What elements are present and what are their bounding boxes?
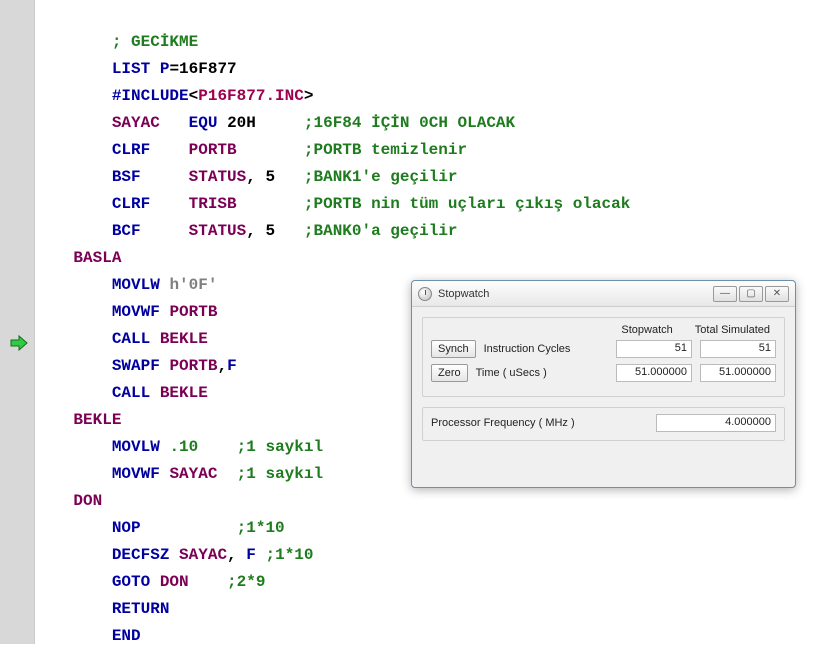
code-line: DECFSZ SAYAC, F ;1*10 xyxy=(35,546,314,564)
code-line: MOVWF PORTB xyxy=(35,303,217,321)
stopwatch-window[interactable]: Stopwatch — ▢ ✕ Stopwatch Total Simulate… xyxy=(411,280,796,488)
maximize-button[interactable]: ▢ xyxy=(739,286,763,302)
execution-pointer-icon xyxy=(10,334,28,352)
code-line: MOVLW h'0F' xyxy=(35,276,217,294)
time-label: Time ( uSecs ) xyxy=(476,367,608,379)
code-line: END xyxy=(35,627,141,645)
code-line: #INCLUDE<P16F877.INC> xyxy=(35,87,313,105)
synch-button[interactable]: Synch xyxy=(431,340,476,358)
code-line: CALL BEKLE xyxy=(35,330,208,348)
stopwatch-icon xyxy=(418,287,432,301)
close-button[interactable]: ✕ xyxy=(765,286,789,302)
code-line: MOVWF SAYAC ;1 saykıl xyxy=(35,465,323,483)
code-line: CLRF TRISB ;PORTB nin tüm uçları çıkış o… xyxy=(35,195,630,213)
time-stopwatch[interactable]: 51.000000 xyxy=(616,364,692,382)
stopwatch-titlebar[interactable]: Stopwatch — ▢ ✕ xyxy=(412,281,795,307)
code-line: CLRF PORTB ;PORTB temizlenir xyxy=(35,141,467,159)
stopwatch-group-main: Stopwatch Total Simulated Synch Instruct… xyxy=(422,317,785,397)
processor-frequency-label: Processor Frequency ( MHz ) xyxy=(431,417,648,429)
code-line: MOVLW .10 ;1 saykıl xyxy=(35,438,323,456)
instruction-cycles-label: Instruction Cycles xyxy=(484,343,608,355)
time-total: 51.000000 xyxy=(700,364,776,382)
processor-frequency-value[interactable]: 4.000000 xyxy=(656,414,776,432)
code-line: NOP ;1*10 xyxy=(35,519,285,537)
instruction-cycles-stopwatch[interactable]: 51 xyxy=(616,340,692,358)
code-line: BCF STATUS, 5 ;BANK0'a geçilir xyxy=(35,222,458,240)
stopwatch-title: Stopwatch xyxy=(438,288,713,300)
instruction-cycles-total: 51 xyxy=(700,340,776,358)
editor-gutter xyxy=(0,0,35,644)
header-total-simulated: Total Simulated xyxy=(695,324,770,336)
code-line: BEKLE xyxy=(35,411,121,429)
code-line: BSF STATUS, 5 ;BANK1'e geçilir xyxy=(35,168,458,186)
code-line: LIST P=16F877 xyxy=(35,60,237,78)
stopwatch-group-freq: Processor Frequency ( MHz ) 4.000000 xyxy=(422,407,785,441)
code-line: DON xyxy=(35,492,102,510)
header-stopwatch: Stopwatch xyxy=(621,324,672,336)
minimize-button[interactable]: — xyxy=(713,286,737,302)
code-line: SAYAC EQU 20H ;16F84 İÇİN 0CH OLACAK xyxy=(35,114,515,132)
stopwatch-body: Stopwatch Total Simulated Synch Instruct… xyxy=(412,307,795,461)
code-line: CALL BEKLE xyxy=(35,384,208,402)
code-line: BASLA xyxy=(35,249,121,267)
code-line: ; GECİKME xyxy=(35,33,198,51)
zero-button[interactable]: Zero xyxy=(431,364,468,382)
code-line: SWAPF PORTB,F xyxy=(35,357,237,375)
code-line: GOTO DON ;2*9 xyxy=(35,573,265,591)
code-line: RETURN xyxy=(35,600,169,618)
